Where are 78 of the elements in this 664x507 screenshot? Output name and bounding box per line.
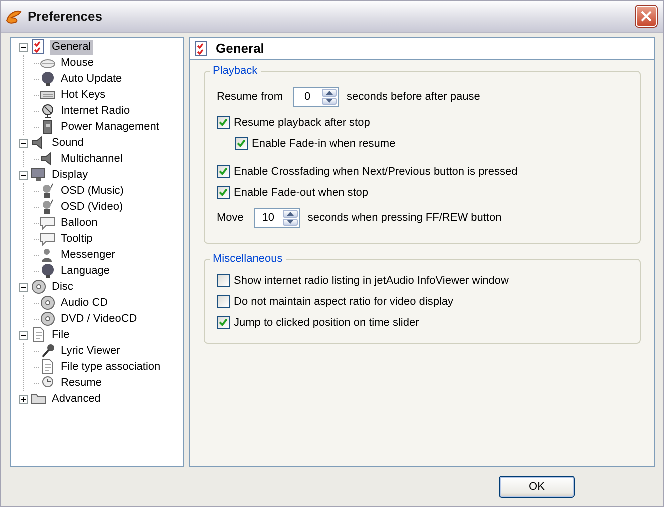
- app-logo-icon: [5, 8, 23, 24]
- up-arrow-icon: [286, 212, 294, 216]
- disc-icon: [40, 295, 56, 311]
- field-label: Resume from: [217, 91, 284, 103]
- collapse-toggle[interactable]: [19, 330, 28, 340]
- tree-item[interactable]: Resume: [59, 376, 104, 390]
- tree-item[interactable]: Sound: [50, 136, 86, 150]
- ok-button[interactable]: OK: [499, 476, 575, 498]
- window-title: Preferences: [28, 9, 104, 24]
- panel-title: General: [216, 41, 264, 56]
- number-spinner[interactable]: 10: [254, 208, 300, 228]
- group-title: Playback: [210, 64, 261, 78]
- disc-icon: [31, 279, 47, 295]
- tree-item[interactable]: Disc: [50, 280, 76, 294]
- disc-icon: [40, 311, 56, 327]
- tree-item[interactable]: DVD / VideoCD: [59, 312, 140, 326]
- tree-item[interactable]: Power Management: [59, 120, 162, 134]
- tree-item[interactable]: Messenger: [59, 248, 118, 262]
- checkmark-icon: [219, 167, 228, 176]
- collapse-toggle[interactable]: [19, 170, 28, 180]
- tree-item[interactable]: General: [50, 40, 94, 54]
- close-button[interactable]: [636, 6, 657, 27]
- checkbox-label[interactable]: Jump to clicked position on time slider: [234, 316, 420, 328]
- tree-item[interactable]: Internet Radio: [59, 104, 132, 118]
- tree-item[interactable]: Tooltip: [59, 232, 95, 246]
- expand-toggle[interactable]: [19, 394, 28, 404]
- number-spinner[interactable]: 0: [293, 87, 340, 107]
- speech-balloon-icon: [40, 231, 56, 247]
- checkmark-icon: [219, 318, 228, 327]
- collapse-toggle[interactable]: [19, 42, 28, 52]
- checkbox[interactable]: [217, 316, 230, 329]
- tree-item[interactable]: Display: [50, 168, 90, 182]
- down-arrow-icon: [326, 99, 334, 104]
- down-arrow-icon: [286, 220, 294, 224]
- tree-item[interactable]: OSD (Video): [59, 200, 126, 214]
- tree-item[interactable]: Audio CD: [59, 296, 110, 310]
- plus-icon: [20, 396, 27, 402]
- close-icon: [641, 11, 652, 22]
- speech-balloon-icon: [40, 215, 56, 231]
- field-label: seconds when pressing FF/REW button: [308, 212, 502, 224]
- globe-icon: [40, 71, 56, 87]
- globe-icon: [40, 263, 56, 279]
- tree-item[interactable]: OSD (Music): [59, 184, 126, 198]
- checkbox[interactable]: [217, 165, 230, 178]
- checkbox[interactable]: [217, 295, 230, 308]
- tree-item[interactable]: Lyric Viewer: [59, 344, 122, 358]
- tree-item[interactable]: File type association: [59, 360, 163, 374]
- checkmark-icon: [219, 118, 228, 127]
- tree-item[interactable]: Mouse: [59, 56, 96, 70]
- checkbox[interactable]: [217, 186, 230, 199]
- microphone-icon: [40, 343, 56, 359]
- document-icon: [31, 327, 47, 343]
- checkbox-label[interactable]: Resume playback after stop: [234, 116, 370, 128]
- field-label: seconds before after pause: [347, 91, 480, 103]
- tree-item[interactable]: Advanced: [50, 392, 103, 406]
- tree-item[interactable]: Hot Keys: [59, 88, 108, 102]
- checklist-icon: [194, 40, 210, 56]
- checkbox-label[interactable]: Do not maintain aspect ratio for video display: [234, 296, 454, 308]
- checkmark-icon: [237, 139, 246, 148]
- up-arrow-icon: [326, 90, 334, 95]
- checkbox[interactable]: [217, 116, 230, 129]
- document-icon: [40, 359, 56, 375]
- checkbox-label[interactable]: Show internet radio listing in jetAudio InfoViewer window: [234, 274, 509, 286]
- checkbox-label[interactable]: Enable Fade-out when stop: [234, 186, 369, 198]
- monitor-icon: [31, 167, 47, 183]
- tree-item[interactable]: Multichannel: [59, 152, 125, 166]
- checkbox[interactable]: [217, 274, 230, 287]
- tree-item[interactable]: Language: [59, 264, 112, 278]
- tree-item[interactable]: Auto Update: [59, 72, 124, 86]
- field-label: Move: [217, 212, 244, 224]
- tree-item[interactable]: File: [50, 328, 72, 342]
- checkbox-label[interactable]: Enable Crossfading when Next/Previous button is pressed: [234, 166, 518, 178]
- checkbox-label[interactable]: Enable Fade-in when resume: [252, 138, 396, 150]
- checkmark-icon: [219, 188, 228, 197]
- collapse-toggle[interactable]: [19, 282, 28, 292]
- checkbox[interactable]: [235, 137, 248, 150]
- tree-item[interactable]: Balloon: [59, 216, 100, 230]
- collapse-toggle[interactable]: [19, 138, 28, 148]
